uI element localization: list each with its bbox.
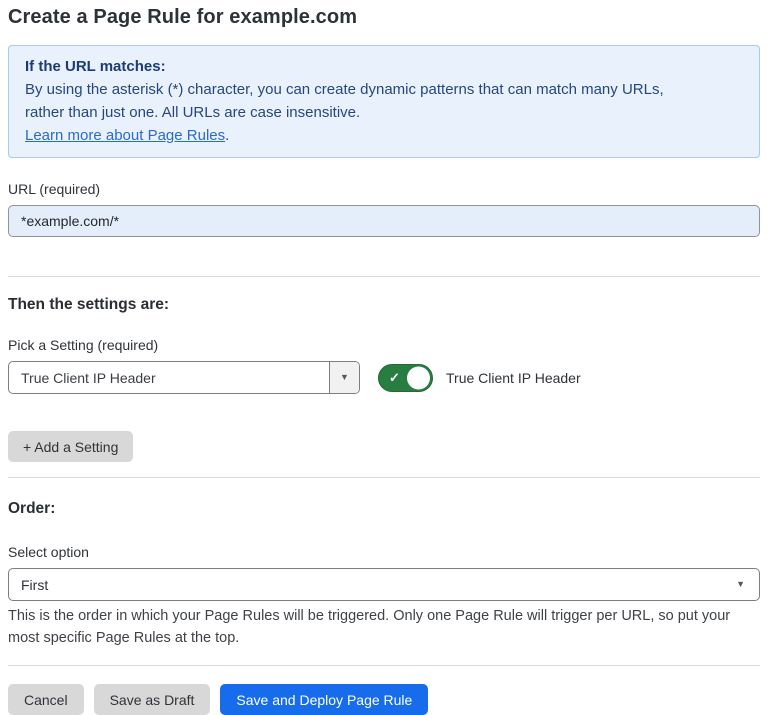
divider-before-actions bbox=[8, 665, 760, 666]
actions-row: Cancel Save as Draft Save and Deploy Pag… bbox=[8, 684, 760, 715]
order-select-value: First bbox=[21, 577, 736, 593]
learn-more-link[interactable]: Learn more about Page Rules bbox=[25, 127, 225, 144]
url-match-info-box: If the URL matches: By using the asteris… bbox=[8, 45, 760, 158]
pick-setting-label: Pick a Setting (required) bbox=[8, 337, 760, 353]
info-box-body-line-2: rather than just one. All URLs are case … bbox=[25, 101, 743, 124]
setting-select-arrow-box[interactable]: ▼ bbox=[329, 362, 359, 393]
link-period: . bbox=[225, 127, 229, 144]
info-box-body-line-1: By using the asterisk (*) character, you… bbox=[25, 78, 743, 101]
toggle-label: True Client IP Header bbox=[446, 370, 581, 386]
setting-select[interactable]: True Client IP Header ▼ bbox=[8, 361, 360, 394]
order-select[interactable]: First ▼ bbox=[8, 568, 760, 601]
setting-select-value: True Client IP Header bbox=[9, 362, 329, 393]
toggle-knob bbox=[407, 366, 430, 389]
url-field-label: URL (required) bbox=[8, 181, 760, 197]
chevron-down-icon: ▼ bbox=[340, 373, 349, 382]
page-container: Create a Page Rule for example.com If th… bbox=[0, 0, 769, 715]
chevron-down-icon: ▼ bbox=[736, 580, 745, 589]
divider-after-settings bbox=[8, 477, 760, 478]
page-title: Create a Page Rule for example.com bbox=[8, 0, 760, 29]
check-icon: ✓ bbox=[389, 370, 400, 386]
setting-row: True Client IP Header ▼ ✓ True Client IP… bbox=[8, 361, 760, 394]
order-select-label: Select option bbox=[8, 544, 760, 560]
true-client-ip-toggle[interactable]: ✓ bbox=[378, 364, 433, 392]
divider-after-url bbox=[8, 276, 760, 277]
add-setting-button[interactable]: + Add a Setting bbox=[8, 431, 133, 462]
settings-section-heading: Then the settings are: bbox=[8, 296, 760, 314]
order-help-text: This is the order in which your Page Rul… bbox=[8, 606, 760, 649]
url-input[interactable] bbox=[8, 205, 760, 237]
info-box-heading: If the URL matches: bbox=[25, 55, 743, 78]
cancel-button[interactable]: Cancel bbox=[8, 684, 84, 715]
save-as-draft-button[interactable]: Save as Draft bbox=[94, 684, 211, 715]
info-box-link-row: Learn more about Page Rules. bbox=[25, 124, 743, 147]
order-section-heading: Order: bbox=[8, 500, 760, 518]
save-and-deploy-button[interactable]: Save and Deploy Page Rule bbox=[220, 684, 428, 715]
